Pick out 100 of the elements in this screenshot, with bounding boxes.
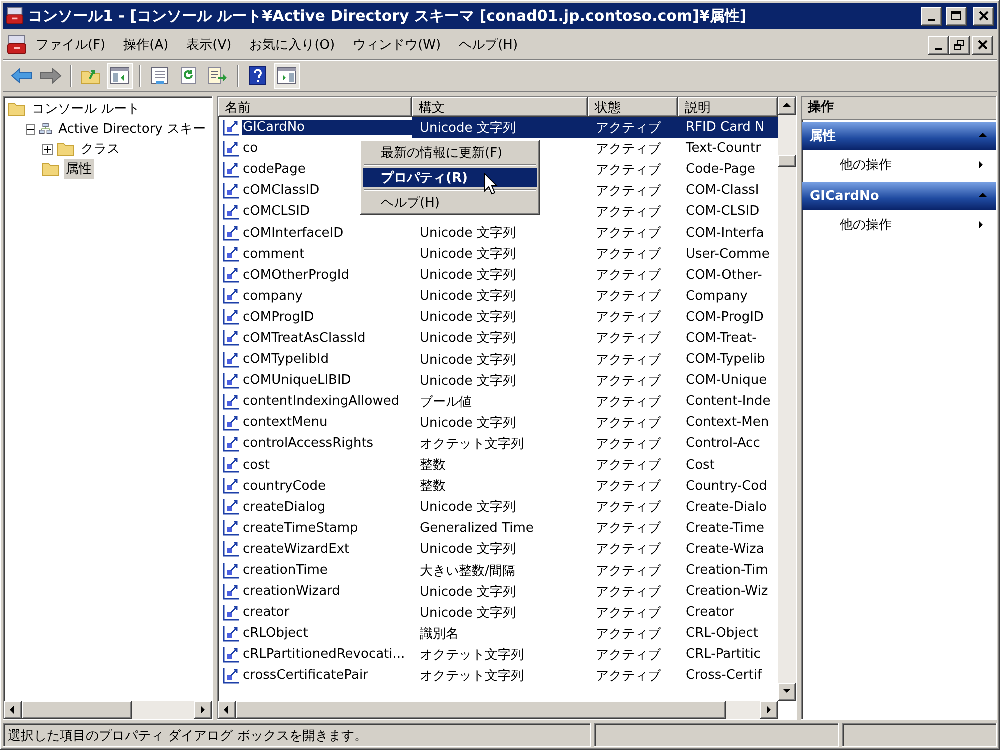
scrollbar-thumb[interactable] (22, 701, 132, 719)
table-cell[interactable]: アクティブ (588, 328, 678, 350)
section-header[interactable]: GICardNo (802, 182, 996, 210)
table-cell[interactable]: Unicode 文字列 (412, 602, 588, 624)
table-cell[interactable]: COM-Treat- (678, 328, 778, 350)
minimize-button[interactable] (928, 36, 949, 54)
table-cell[interactable]: cOMUniqueLIBID (242, 373, 412, 388)
table-cell[interactable]: Unicode 文字列 (412, 349, 588, 370)
table-cell[interactable]: Content-Inde (678, 391, 778, 412)
table-cell[interactable]: controlAccessRights (242, 436, 412, 452)
table-cell[interactable]: アクティブ (588, 159, 678, 180)
table-cell[interactable]: アクティブ (588, 222, 678, 244)
column-header[interactable]: 状態 (588, 97, 678, 117)
menu-item[interactable]: 操作(A) (114, 33, 178, 57)
table-cell[interactable]: 整数 (412, 476, 588, 497)
table-cell[interactable]: アクティブ (588, 306, 678, 328)
table-cell[interactable]: COM-Other- (678, 264, 778, 286)
table-cell[interactable]: Unicode 文字列 (412, 328, 588, 350)
table-cell[interactable]: COM-Interfa (678, 222, 778, 244)
menu-item[interactable]: ヘルプ(H) (450, 33, 528, 57)
table-cell[interactable]: Text-Countr (678, 138, 778, 160)
table-cell[interactable]: cOMProgID (242, 310, 412, 325)
table-cell[interactable]: Cost (678, 454, 778, 476)
table-cell[interactable]: Create-Time (678, 518, 778, 539)
table-cell[interactable]: createDialog (242, 500, 412, 515)
table-cell[interactable]: アクティブ (588, 117, 678, 138)
table-cell[interactable]: アクティブ (588, 138, 678, 160)
table-cell[interactable]: createTimeStamp (242, 520, 412, 536)
tree-item[interactable]: Active Directory スキー (56, 119, 208, 139)
table-cell[interactable]: createWizardExt (242, 542, 412, 557)
table-cell[interactable]: アクティブ (588, 412, 678, 434)
table-cell[interactable]: アクティブ (588, 201, 678, 222)
table-cell[interactable]: Creation-Tim (678, 560, 778, 582)
table-cell[interactable]: cOMOtherProgId (242, 268, 412, 283)
menu-item[interactable]: お気に入り(O) (240, 33, 344, 57)
action-item[interactable]: 他の操作 (802, 210, 996, 240)
table-cell[interactable]: creationTime (242, 563, 412, 578)
table-cell[interactable]: アクティブ (588, 623, 678, 644)
table-cell[interactable]: ブール値 (412, 391, 588, 412)
restore-button[interactable] (949, 36, 970, 54)
table-cell[interactable]: Unicode 文字列 (412, 244, 588, 265)
section-header[interactable]: 属性 (802, 122, 996, 150)
table-cell[interactable]: creator (242, 605, 412, 620)
tree-item[interactable]: コンソール ルート (30, 99, 142, 119)
table-cell[interactable]: User-Comme (678, 244, 778, 265)
table-cell[interactable]: CRL-Partitic (678, 644, 778, 666)
table-cell[interactable]: Cross-Certif (678, 665, 778, 687)
table-cell[interactable]: アクティブ (588, 180, 678, 202)
menu-item[interactable]: 表示(V) (178, 33, 241, 57)
table-cell[interactable]: Unicode 文字列 (412, 370, 588, 392)
table-cell[interactable]: Unicode 文字列 (412, 581, 588, 602)
table-cell[interactable]: 大きい整数/間隔 (412, 560, 588, 582)
table-cell[interactable]: アクティブ (588, 602, 678, 624)
horizontal-scrollbar[interactable] (4, 701, 212, 719)
close-button[interactable] (972, 36, 993, 54)
column-header[interactable]: 構文 (412, 97, 588, 117)
table-cell[interactable]: Unicode 文字列 (412, 117, 588, 138)
table-cell[interactable]: Company (678, 286, 778, 307)
table-cell[interactable]: Code-Page (678, 159, 778, 180)
table-cell[interactable]: contextMenu (242, 415, 412, 430)
column-header[interactable]: 説明 (678, 97, 778, 117)
table-cell[interactable]: COM-ClassI (678, 180, 778, 202)
table-cell[interactable]: cOMInterfaceID (242, 226, 412, 241)
table-cell[interactable]: Generalized Time (412, 518, 588, 539)
table-cell[interactable]: Creation-Wiz (678, 581, 778, 602)
table-cell[interactable]: アクティブ (588, 244, 678, 265)
menu-item[interactable]: ファイル(F) (27, 33, 115, 57)
table-cell[interactable]: アクティブ (588, 538, 678, 560)
table-cell[interactable]: Creator (678, 602, 778, 624)
scrollbar-thumb[interactable] (778, 155, 796, 167)
table-cell[interactable]: アクティブ (588, 391, 678, 412)
table-cell[interactable]: COM-ProgID (678, 306, 778, 328)
table-cell[interactable]: 識別名 (412, 623, 588, 644)
table-cell[interactable]: アクティブ (588, 286, 678, 307)
table-cell[interactable]: cost (242, 458, 412, 473)
table-cell[interactable]: Create-Wiza (678, 538, 778, 560)
table-cell[interactable]: cRLPartitionedRevocati... (242, 647, 412, 662)
menu-item[interactable]: 最新の情報に更新(F) (363, 143, 537, 162)
table-cell[interactable]: Unicode 文字列 (412, 286, 588, 307)
vertical-scrollbar[interactable] (778, 97, 796, 701)
table-cell[interactable]: オクテット文字列 (412, 644, 588, 666)
table-cell[interactable]: crossCertificatePair (242, 668, 412, 684)
table-cell[interactable]: アクティブ (588, 370, 678, 392)
table-cell[interactable]: CRL-Object (678, 623, 778, 644)
table-cell[interactable]: countryCode (242, 478, 412, 494)
table-cell[interactable]: アクティブ (588, 433, 678, 454)
table-cell[interactable]: Control-Acc (678, 433, 778, 454)
table-cell[interactable]: RFID Card N (678, 117, 778, 138)
table-cell[interactable]: アクティブ (588, 349, 678, 370)
column-header[interactable]: 名前 (218, 97, 412, 117)
minimize-button[interactable] (921, 6, 942, 26)
table-cell[interactable]: アクティブ (588, 644, 678, 666)
menu-item[interactable]: ウィンドウ(W) (344, 33, 450, 57)
tree-item[interactable]: クラス (79, 139, 122, 159)
table-cell[interactable]: cOMTreatAsClassId (242, 330, 412, 346)
table-cell[interactable]: creationWizard (242, 584, 412, 600)
table-cell[interactable]: comment (242, 246, 412, 262)
menu-item[interactable]: プロパティ(R) (363, 168, 537, 187)
table-cell[interactable]: Context-Men (678, 412, 778, 434)
table-cell[interactable]: COM-CLSID (678, 201, 778, 222)
